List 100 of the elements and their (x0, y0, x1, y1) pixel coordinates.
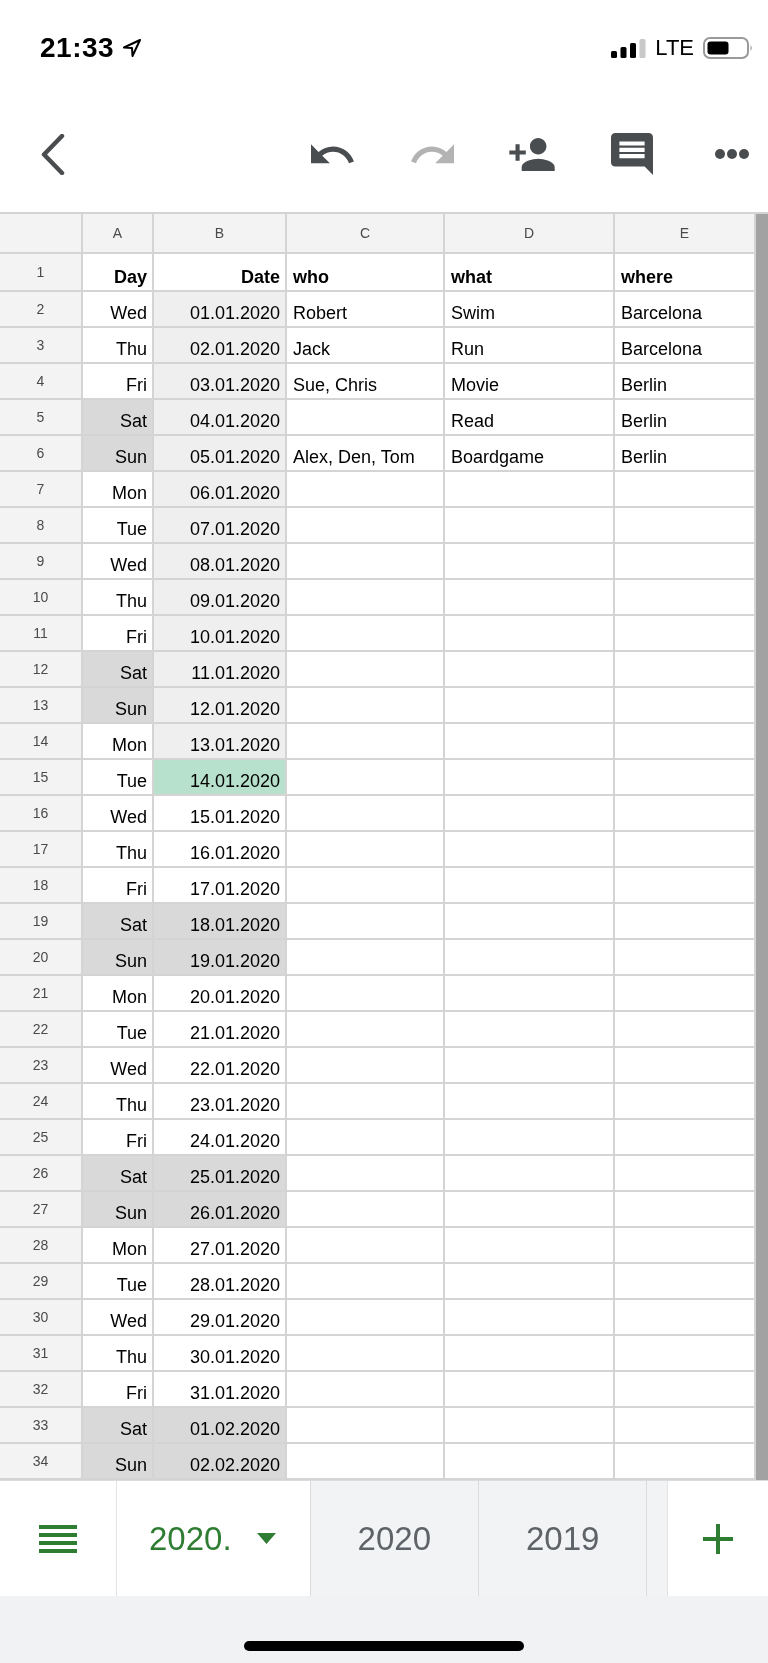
row-header[interactable]: 19 (0, 904, 83, 940)
empty-cell[interactable] (287, 1372, 445, 1408)
empty-cell[interactable] (445, 1372, 615, 1408)
empty-cell[interactable] (445, 688, 615, 724)
column-header[interactable]: B (154, 214, 287, 254)
header-cell[interactable]: who (287, 254, 445, 292)
table-cell[interactable]: 08.01.2020 (154, 544, 287, 580)
empty-cell[interactable] (445, 1192, 615, 1228)
row-header[interactable]: 9 (0, 544, 83, 580)
table-cell[interactable]: 22.01.2020 (154, 1048, 287, 1084)
empty-cell[interactable] (445, 940, 615, 976)
empty-cell[interactable] (445, 1408, 615, 1444)
empty-cell[interactable] (445, 508, 615, 544)
empty-cell[interactable] (445, 1336, 615, 1372)
empty-cell[interactable] (445, 544, 615, 580)
table-cell[interactable]: Thu (83, 1084, 154, 1120)
table-cell[interactable]: 20.01.2020 (154, 976, 287, 1012)
empty-cell[interactable] (287, 832, 445, 868)
column-header[interactable]: D (445, 214, 615, 254)
row-header[interactable]: 1 (0, 254, 83, 292)
table-cell[interactable]: 01.01.2020 (154, 292, 287, 328)
row-header[interactable]: 18 (0, 868, 83, 904)
empty-cell[interactable] (445, 976, 615, 1012)
empty-cell[interactable] (445, 472, 615, 508)
row-header[interactable]: 8 (0, 508, 83, 544)
row-header[interactable]: 16 (0, 796, 83, 832)
table-cell[interactable]: Sue, Chris (287, 364, 445, 400)
table-cell[interactable]: 19.01.2020 (154, 940, 287, 976)
table-cell[interactable]: Wed (83, 796, 154, 832)
row-header[interactable]: 10 (0, 580, 83, 616)
table-cell[interactable]: Thu (83, 832, 154, 868)
table-cell[interactable]: 06.01.2020 (154, 472, 287, 508)
empty-cell[interactable] (287, 1012, 445, 1048)
sheet-tab[interactable]: 2020. (117, 1481, 311, 1596)
column-header[interactable]: C (287, 214, 445, 254)
empty-cell[interactable] (445, 1120, 615, 1156)
table-cell[interactable]: 29.01.2020 (154, 1300, 287, 1336)
row-header[interactable]: 15 (0, 760, 83, 796)
row-header[interactable]: 30 (0, 1300, 83, 1336)
table-cell[interactable]: Sat (83, 652, 154, 688)
table-cell[interactable]: Robert (287, 292, 445, 328)
table-cell[interactable]: Tue (83, 1012, 154, 1048)
row-header[interactable]: 11 (0, 616, 83, 652)
empty-cell[interactable] (287, 1336, 445, 1372)
table-cell[interactable]: 11.01.2020 (154, 652, 287, 688)
empty-cell[interactable] (445, 616, 615, 652)
row-header[interactable]: 25 (0, 1120, 83, 1156)
empty-cell[interactable] (287, 796, 445, 832)
table-cell[interactable]: Mon (83, 1228, 154, 1264)
row-header[interactable]: 27 (0, 1192, 83, 1228)
select-all-corner[interactable] (0, 214, 83, 254)
empty-cell[interactable] (445, 868, 615, 904)
empty-cell[interactable] (445, 1012, 615, 1048)
table-cell[interactable]: Mon (83, 976, 154, 1012)
table-cell[interactable]: 18.01.2020 (154, 904, 287, 940)
scroll-bar[interactable] (756, 214, 768, 1480)
empty-cell[interactable] (445, 1228, 615, 1264)
table-cell[interactable]: Swim (445, 292, 615, 328)
empty-cell[interactable] (445, 1084, 615, 1120)
empty-cell[interactable] (445, 1156, 615, 1192)
row-header[interactable]: 33 (0, 1408, 83, 1444)
table-cell[interactable]: 10.01.2020 (154, 616, 287, 652)
table-cell[interactable]: Sun (83, 688, 154, 724)
row-header[interactable]: 3 (0, 328, 83, 364)
empty-cell[interactable] (445, 580, 615, 616)
row-header[interactable]: 12 (0, 652, 83, 688)
empty-cell[interactable] (445, 724, 615, 760)
table-cell[interactable]: Sun (83, 1192, 154, 1228)
empty-cell[interactable] (287, 868, 445, 904)
row-header[interactable]: 14 (0, 724, 83, 760)
row-header[interactable]: 2 (0, 292, 83, 328)
empty-cell[interactable] (445, 832, 615, 868)
row-header[interactable]: 24 (0, 1084, 83, 1120)
table-cell[interactable]: Wed (83, 1300, 154, 1336)
row-header[interactable]: 4 (0, 364, 83, 400)
row-header[interactable]: 6 (0, 436, 83, 472)
empty-cell[interactable] (287, 1264, 445, 1300)
empty-cell[interactable] (445, 760, 615, 796)
table-cell[interactable]: Sat (83, 904, 154, 940)
table-cell[interactable]: Alex, Den, Tom (287, 436, 445, 472)
empty-cell[interactable] (287, 1084, 445, 1120)
row-header[interactable]: 29 (0, 1264, 83, 1300)
table-cell[interactable]: 02.02.2020 (154, 1444, 287, 1480)
table-cell[interactable]: Movie (445, 364, 615, 400)
empty-cell[interactable] (445, 1048, 615, 1084)
table-cell[interactable]: Wed (83, 1048, 154, 1084)
row-header[interactable]: 28 (0, 1228, 83, 1264)
table-cell[interactable]: Run (445, 328, 615, 364)
row-header[interactable]: 23 (0, 1048, 83, 1084)
row-header[interactable]: 22 (0, 1012, 83, 1048)
empty-cell[interactable] (287, 1048, 445, 1084)
table-cell[interactable]: Read (445, 400, 615, 436)
row-header[interactable]: 5 (0, 400, 83, 436)
row-header[interactable]: 13 (0, 688, 83, 724)
table-cell[interactable]: Sat (83, 1408, 154, 1444)
table-cell[interactable]: 09.01.2020 (154, 580, 287, 616)
table-cell[interactable]: Thu (83, 1336, 154, 1372)
row-header[interactable]: 32 (0, 1372, 83, 1408)
table-cell[interactable]: 15.01.2020 (154, 796, 287, 832)
row-header[interactable]: 21 (0, 976, 83, 1012)
